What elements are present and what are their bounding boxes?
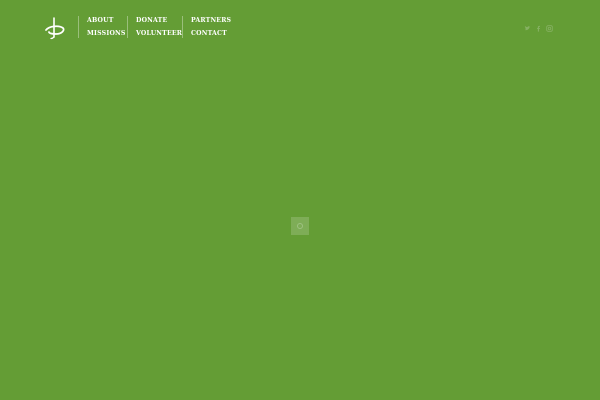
nav-column-1: ABOUT MISSIONS: [87, 15, 126, 40]
nav-column-3: PARTNERS CONTACT: [191, 15, 231, 40]
nav-link-missions[interactable]: MISSIONS: [87, 28, 126, 41]
nav-link-contact[interactable]: CONTACT: [191, 28, 231, 41]
nav-divider: [127, 16, 128, 38]
nav-divider: [182, 16, 183, 38]
loading-spinner: [291, 217, 309, 235]
nav-column-2: DONATE VOLUNTEER: [136, 15, 182, 40]
nav-link-partners[interactable]: PARTNERS: [191, 15, 231, 28]
site-logo[interactable]: [43, 16, 67, 40]
nav-link-about[interactable]: ABOUT: [87, 15, 126, 28]
loading-spinner-icon: [297, 223, 303, 229]
social-links: [520, 24, 553, 33]
twitter-icon[interactable]: [524, 25, 531, 32]
stylized-figure-logo-icon: [45, 17, 65, 40]
nav-link-donate[interactable]: DONATE: [136, 15, 182, 28]
nav-link-volunteer[interactable]: VOLUNTEER: [136, 28, 182, 41]
nav-divider: [78, 16, 79, 38]
instagram-icon[interactable]: [546, 25, 553, 32]
page: ABOUT MISSIONS DONATE VOLUNTEER PARTNERS…: [0, 0, 600, 400]
facebook-icon[interactable]: [535, 25, 542, 32]
